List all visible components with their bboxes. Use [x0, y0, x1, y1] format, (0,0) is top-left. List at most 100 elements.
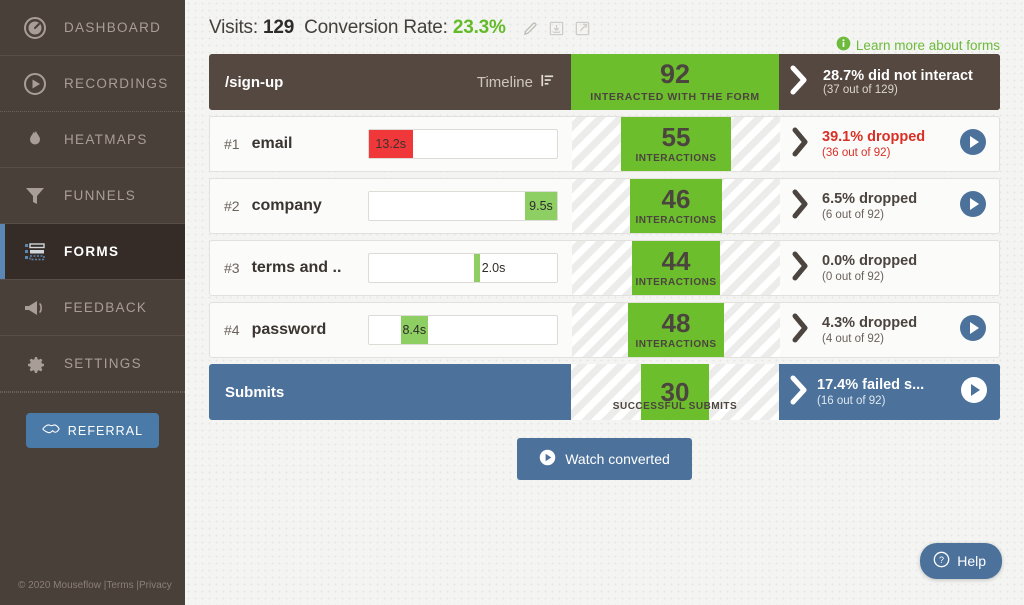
sidebar-item-label: FUNNELS [64, 188, 137, 203]
interactions-value: 46 [661, 184, 691, 214]
megaphone-icon [22, 295, 48, 321]
failed-submits-main: 17.4% failed s... [817, 376, 925, 393]
field-name: email [251, 135, 293, 152]
referral-button[interactable]: REFERRAL [25, 413, 160, 448]
field-label-cell: #2 company 9.5s [210, 179, 572, 233]
interactions-value: 44 [661, 246, 691, 276]
table-row[interactable]: #1 email 13.2s 55 INTERACTIONS 39.1% dro… [209, 116, 1000, 172]
successful-submits-cell: 30 SUCCESSFUL SUBMITS [571, 364, 779, 420]
form-header-row: /sign-up Timeline 92 INTERACTED WITH THE… [209, 54, 1000, 110]
interactions-cell: 44 INTERACTIONS [572, 241, 780, 295]
timeline-time-label: 13.2s [375, 137, 406, 151]
pencil-icon[interactable] [522, 20, 539, 37]
dropped-sub: (6 out of 92) [822, 209, 885, 222]
watch-converted-button[interactable]: Watch converted [517, 438, 692, 480]
sidebar-item-forms[interactable]: FORMS [0, 224, 185, 280]
sidebar-item-label: RECORDINGS [64, 76, 169, 91]
table-row[interactable]: #3 terms and .. 2.0s 44 INTERACTIONS 0.0… [209, 240, 1000, 296]
dropped-main: 0.0% dropped [822, 252, 918, 269]
flame-icon [22, 127, 48, 153]
chevron-right-icon [787, 63, 811, 102]
conversion-rate-label: Conversion Rate: [304, 17, 448, 38]
watch-converted-section: Watch converted [209, 438, 1000, 480]
chevron-right-icon [787, 373, 811, 412]
sidebar-item-recordings[interactable]: RECORDINGS [0, 56, 185, 112]
successful-submits-label: SUCCESSFUL SUBMITS [612, 401, 738, 412]
sidebar-item-label: DASHBOARD [64, 20, 162, 35]
interactions-cell: 55 INTERACTIONS [572, 117, 780, 171]
timeline-label: Timeline [476, 73, 533, 91]
timeline-track[interactable]: 9.5s [367, 191, 558, 221]
privacy-link[interactable]: Privacy [139, 580, 172, 591]
field-name: terms and .. [251, 259, 342, 276]
sidebar-item-feedback[interactable]: FEEDBACK [0, 280, 185, 336]
sidebar-item-funnels[interactable]: FUNNELS [0, 168, 185, 224]
sidebar-item-label: SETTINGS [64, 356, 142, 371]
sidebar-item-label: FORMS [64, 244, 120, 259]
interactions-cell: 48 INTERACTIONS [572, 303, 780, 357]
dropped-text: 6.5% dropped (6 out of 92) [822, 191, 955, 221]
visits-label: Visits: [209, 17, 258, 38]
dropped-cell: 6.5% dropped (6 out of 92) [780, 179, 999, 233]
handshake-icon [41, 422, 60, 439]
timeline-time-label: 2.0s [481, 261, 506, 275]
interactions-block: 55 INTERACTIONS [620, 117, 732, 171]
field-name: password [251, 321, 327, 338]
timeline-track[interactable]: 8.4s [367, 315, 558, 345]
field-label-cell: #3 terms and .. 2.0s [210, 241, 572, 295]
download-icon[interactable] [548, 20, 565, 37]
did-not-interact-text: 28.7% did not interact (37 out of 129) [823, 68, 1000, 97]
play-circle-icon [539, 449, 556, 469]
timeline-column-header[interactable]: Timeline [477, 73, 555, 92]
external-link-icon[interactable] [574, 20, 591, 37]
learn-more-label: Learn more about forms [855, 37, 1000, 53]
sidebar-item-label: HEATMAPS [64, 132, 148, 147]
sidebar-item-dashboard[interactable]: DASHBOARD [0, 0, 185, 56]
gauge-icon [22, 15, 48, 41]
info-icon [836, 36, 851, 54]
terms-link[interactable]: Terms [106, 580, 133, 591]
submits-title: Submits [225, 383, 285, 401]
table-row[interactable]: #4 password 8.4s 48 INTERACTIONS 4.3% dr… [209, 302, 1000, 358]
dropped-cell: 4.3% dropped (4 out of 92) [780, 303, 999, 357]
dropped-main: 4.3% dropped [822, 314, 918, 331]
dropped-sub: (0 out of 92) [822, 271, 885, 284]
sidebar-item-settings[interactable]: SETTINGS [0, 336, 185, 392]
dropped-text: 39.1% dropped (36 out of 92) [822, 129, 955, 159]
failed-submits-cell: 17.4% failed s... (16 out of 92) [779, 364, 1000, 420]
play-recording-button[interactable] [959, 128, 987, 161]
submits-label-cell: Submits [209, 364, 571, 420]
visits-stat: Visits: 129 [209, 17, 294, 39]
dropped-sub: (36 out of 92) [822, 147, 891, 160]
app-root: DASHBOARD RECORDINGS HEATMAPS FUNNELS FO… [0, 0, 1024, 605]
submits-row[interactable]: Submits 30 SUCCESSFUL SUBMITS 17.4% fail… [209, 364, 1000, 420]
form-path-cell: /sign-up Timeline [209, 54, 571, 110]
failed-submits-sub: (16 out of 92) [817, 395, 886, 408]
play-recording-button[interactable] [960, 376, 988, 409]
help-label: Help [957, 553, 986, 569]
interactions-label: INTERACTIONS [635, 215, 717, 226]
dropped-text: 0.0% dropped (0 out of 92) [822, 253, 999, 283]
timeline-track[interactable]: 2.0s [367, 253, 558, 283]
main-content: Visits: 129 Conversion Rate: 23.3% Learn… [185, 0, 1024, 605]
interactions-block: 46 INTERACTIONS [630, 179, 722, 233]
help-button[interactable]: ? Help [920, 543, 1002, 579]
play-recording-button[interactable] [959, 314, 987, 347]
forms-table: /sign-up Timeline 92 INTERACTED WITH THE… [209, 54, 1000, 420]
dropped-text: 4.3% dropped (4 out of 92) [822, 315, 955, 345]
interactions-cell: 46 INTERACTIONS [572, 179, 780, 233]
table-row[interactable]: #2 company 9.5s 46 INTERACTIONS 6.5% dro… [209, 178, 1000, 234]
did-not-interact-sub: (37 out of 129) [823, 84, 898, 97]
field-rank: #4 [224, 322, 240, 338]
chevron-right-icon [790, 250, 812, 287]
toolbar-icons [522, 20, 591, 37]
timeline-bar: 2.0s [474, 254, 505, 282]
timeline-track[interactable]: 13.2s [367, 129, 558, 159]
interactions-label: INTERACTIONS [635, 339, 717, 350]
watch-converted-label: Watch converted [565, 451, 670, 467]
learn-more-link[interactable]: Learn more about forms [836, 36, 1000, 54]
sidebar-item-heatmaps[interactable]: HEATMAPS [0, 112, 185, 168]
visits-value: 129 [263, 17, 295, 38]
interactions-block: 44 INTERACTIONS [632, 241, 720, 295]
play-recording-button[interactable] [959, 190, 987, 223]
